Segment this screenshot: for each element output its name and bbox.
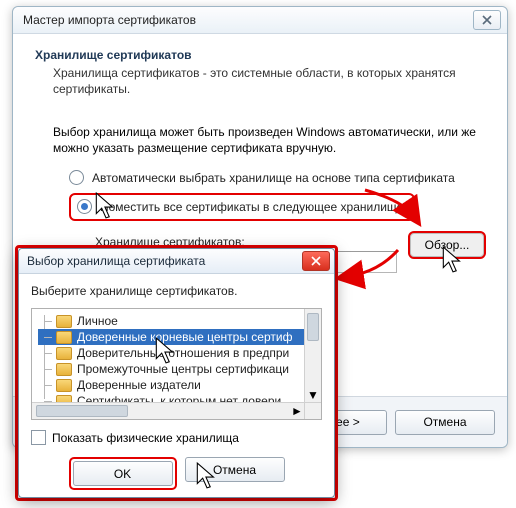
dialog-cancel-button[interactable]: Отмена xyxy=(185,457,285,482)
tree-item-label: Доверенные издатели xyxy=(77,378,201,392)
show-physical-label: Показать физические хранилища xyxy=(52,431,239,445)
store-tree[interactable]: Личное Доверенные корневые центры сертиф Д… xyxy=(31,308,322,420)
tree-item[interactable]: Личное xyxy=(38,313,321,329)
tree-item[interactable]: Доверительные отношения в предпри xyxy=(38,345,321,361)
radio-auto[interactable] xyxy=(69,170,84,185)
radio-auto-row[interactable]: Автоматически выбрать хранилище на основ… xyxy=(69,170,485,185)
dialog-title-bar: Выбор хранилища сертификата xyxy=(19,249,334,274)
browse-button-label: Обзор... xyxy=(425,238,470,252)
vertical-scroll-thumb[interactable] xyxy=(307,313,319,341)
radio-place-row[interactable]: Поместить все сертификаты в следующее хр… xyxy=(69,193,485,221)
select-store-highlight: Выбор хранилища сертификата Выберите хра… xyxy=(15,245,338,501)
dialog-close-button[interactable] xyxy=(302,251,330,271)
dialog-title: Выбор хранилища сертификата xyxy=(27,254,205,268)
folder-icon xyxy=(56,331,72,344)
ok-button[interactable]: OK xyxy=(73,461,173,486)
folder-icon xyxy=(56,379,72,392)
section-description: Хранилища сертификатов - это системные о… xyxy=(53,66,485,97)
dialog-prompt: Выберите хранилище сертификатов. xyxy=(31,284,322,298)
show-physical-checkbox[interactable] xyxy=(31,430,46,445)
radio-place[interactable] xyxy=(77,199,92,214)
choice-intro-text: Выбор хранилища может быть произведен Wi… xyxy=(53,125,485,156)
folder-icon xyxy=(56,315,72,328)
scroll-corner xyxy=(304,402,321,419)
tree-item[interactable]: Доверенные корневые центры сертиф xyxy=(38,329,321,345)
tree-item-label: Промежуточные центры сертификаци xyxy=(77,362,289,376)
tree-item[interactable]: Промежуточные центры сертификаци xyxy=(38,361,321,377)
browse-button[interactable]: Обзор... xyxy=(408,231,486,259)
select-store-dialog: Выбор хранилища сертификата Выберите хра… xyxy=(18,248,335,498)
folder-icon xyxy=(56,363,72,376)
radio-place-label: Поместить все сертификаты в следующее хр… xyxy=(100,200,403,214)
horizontal-scroll-thumb[interactable] xyxy=(36,405,128,417)
window-title: Мастер импорта сертификатов xyxy=(23,13,196,27)
tree-item-label: Доверительные отношения в предпри xyxy=(77,346,289,360)
radio-auto-label: Автоматически выбрать хранилище на основ… xyxy=(92,171,455,185)
close-button[interactable] xyxy=(473,10,501,30)
show-physical-row[interactable]: Показать физические хранилища xyxy=(31,430,322,445)
vertical-scrollbar[interactable]: ▲ ▼ xyxy=(304,309,321,403)
tree-item-label: Личное xyxy=(77,314,118,328)
close-icon xyxy=(311,256,321,266)
horizontal-scrollbar[interactable]: ◄ ► xyxy=(32,402,305,419)
folder-icon xyxy=(56,347,72,360)
section-title: Хранилище сертификатов xyxy=(35,48,485,62)
tree-item[interactable]: Доверенные издатели xyxy=(38,377,321,393)
cancel-button[interactable]: Отмена xyxy=(395,410,495,435)
tree-item-label: Доверенные корневые центры сертиф xyxy=(77,330,292,344)
title-bar: Мастер импорта сертификатов xyxy=(13,7,507,34)
close-icon xyxy=(482,15,492,25)
scroll-right-icon[interactable]: ► xyxy=(289,403,305,419)
scroll-down-icon[interactable]: ▼ xyxy=(305,387,321,403)
